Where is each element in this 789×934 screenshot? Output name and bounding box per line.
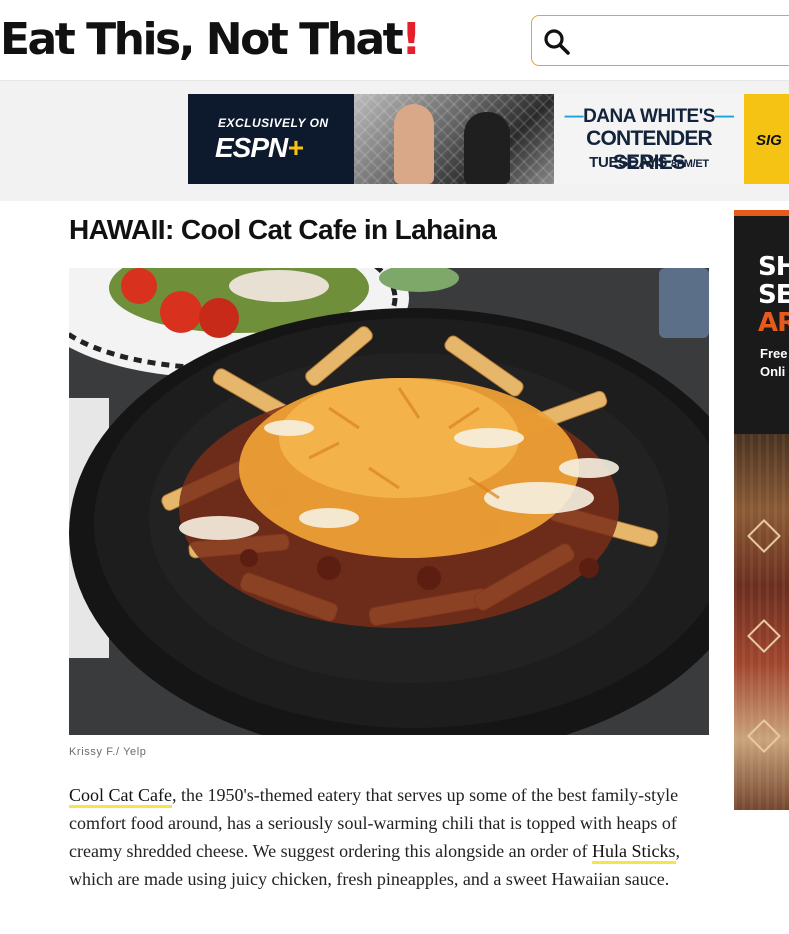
cool-cat-cafe-link[interactable]: Cool Cat Cafe: [69, 785, 172, 808]
side-ad-line2: SE: [758, 280, 789, 310]
rug-pattern: [747, 719, 781, 753]
logo-exclamation: !: [401, 14, 421, 65]
espn-logo: ESPN+: [215, 132, 304, 164]
sign-up-cta[interactable]: SIG: [744, 94, 789, 184]
dana-whites-text: DANA WHITE'S: [583, 106, 715, 127]
chili-fries-photo: [69, 268, 709, 735]
article-headline: HAWAII: Cool Cat Cafe in Lahaina: [69, 214, 497, 245]
site-logo[interactable]: Eat This, Not That!: [0, 14, 421, 65]
rug-pattern: [747, 519, 781, 553]
search-icon[interactable]: [542, 27, 572, 57]
search-input[interactable]: [582, 26, 786, 56]
espn-banner-ad[interactable]: EXCLUSIVELY ON ESPN+ —DANA WHITE'S— CONT…: [188, 94, 789, 184]
chili-fries-illustration: [69, 268, 709, 735]
dash-right: —: [714, 106, 734, 127]
site-header: Eat This, Not That!: [0, 0, 789, 81]
side-ad-sub1: Free: [760, 346, 788, 361]
schedule-line: TUESDAYS 8PM/ET: [554, 154, 744, 171]
time-text: 8PM/ET: [670, 158, 709, 170]
rug-pattern: [747, 619, 781, 653]
cta-label: SIG: [756, 132, 782, 149]
dash-left: —: [564, 106, 584, 127]
hula-sticks-link[interactable]: Hula Sticks: [592, 841, 676, 864]
side-ad[interactable]: SH SE AR Free Onli: [734, 210, 789, 810]
espn-panel: EXCLUSIVELY ON ESPN+: [188, 94, 354, 184]
ad-band: EXCLUSIVELY ON ESPN+ —DANA WHITE'S— CONT…: [0, 81, 789, 201]
side-ad-line3: AR: [758, 308, 789, 338]
exclusively-on-text: EXCLUSIVELY ON: [218, 116, 329, 130]
logo-text: Eat This, Not That: [0, 14, 404, 65]
rug-image: [734, 434, 789, 810]
article-body: Cool Cat Cafe, the 1950's-themed eatery …: [69, 781, 719, 893]
photo-credit: Krissy F./ Yelp: [69, 746, 147, 758]
fighter-right: [464, 112, 510, 184]
fighters-photo: [354, 94, 554, 184]
cage-pattern: [354, 94, 554, 184]
side-ad-line1: SH: [758, 252, 789, 282]
contender-series-panel: —DANA WHITE'S— CONTENDER SERIES TUESDAYS…: [554, 94, 744, 184]
tuesdays-text: TUESDAYS: [589, 154, 668, 171]
search-box[interactable]: [531, 15, 789, 66]
side-ad-sub2: Onli: [760, 364, 786, 379]
fighter-left: [394, 104, 434, 184]
dana-whites-line: —DANA WHITE'S—: [554, 106, 744, 128]
espn-logo-text: ESPN: [215, 132, 288, 163]
espn-plus: +: [287, 132, 303, 163]
